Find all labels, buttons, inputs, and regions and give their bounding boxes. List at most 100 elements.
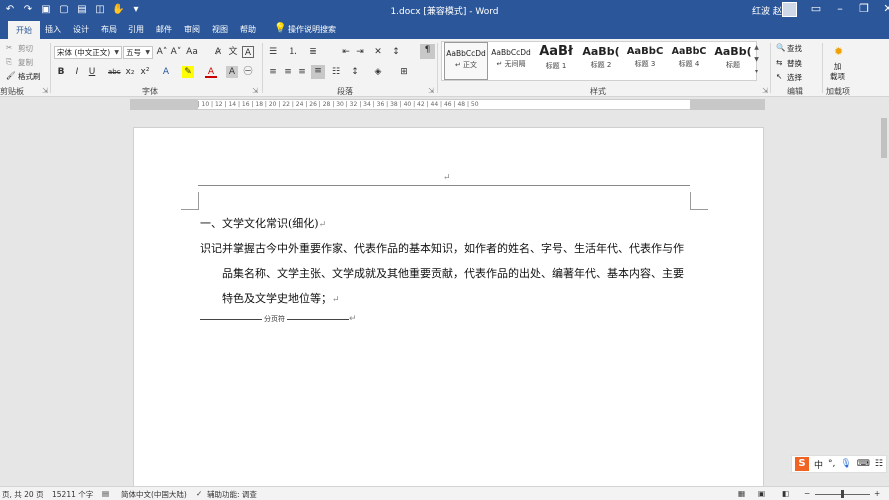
chinese-layout-icon[interactable]: ✕	[372, 46, 384, 58]
style-heading-1[interactable]: AaBł 标题 1	[534, 42, 578, 80]
word-count[interactable]: 15211 个字	[52, 489, 93, 500]
grow-font-icon[interactable]: A˄	[156, 46, 168, 58]
copy-button[interactable]: 复制	[18, 57, 33, 68]
justify-icon[interactable]: ≡	[311, 65, 325, 79]
clear-formatting-icon[interactable]: A̷	[212, 46, 224, 58]
align-center-icon[interactable]: ≡	[282, 66, 294, 78]
ime-toolbar[interactable]: S 中 °, 🎙 ⌨ ☷	[791, 455, 887, 473]
tab-view[interactable]: 视图	[212, 24, 228, 35]
style-normal[interactable]: AaBbCcDd ↵ 正文	[444, 42, 488, 80]
align-left-icon[interactable]: ≡	[267, 66, 279, 78]
body-line-2[interactable]: 品集名称、文学主张、文学成就及其他重要贡献，代表作品的出处、编著年代、基本内容、…	[222, 265, 684, 281]
style-heading-4[interactable]: AaBbC 标题 4	[667, 42, 711, 80]
body-line-1[interactable]: 识记并掌握古今中外重要作家、代表作品的基本知识，如作者的姓名、字号、生活年代、代…	[200, 240, 684, 256]
shading-icon[interactable]: ◈	[372, 66, 384, 78]
bullets-icon[interactable]: ☰	[267, 46, 279, 58]
language-indicator[interactable]: 简体中文(中国大陆)	[121, 489, 187, 500]
enclose-characters-icon[interactable]: ㊀	[242, 66, 254, 78]
format-painter-icon[interactable]: 🖌	[6, 71, 16, 80]
cut-button[interactable]: 剪切	[18, 43, 33, 54]
styles-launcher-icon[interactable]: ⇲	[762, 86, 768, 95]
style-no-spacing[interactable]: AaBbCcDd ↵ 无间隔	[489, 42, 533, 80]
replace-button[interactable]: 替换	[787, 58, 802, 69]
ime-mode[interactable]: 中	[814, 458, 823, 471]
horizontal-ruler[interactable]: 6 | 4 | 2 | | 2 | 4 | 6 | 8 | 10 | 12 | …	[130, 99, 765, 110]
styles-scroll[interactable]: ▲ ▼ ▾	[752, 42, 761, 80]
keyboard-icon[interactable]: ⌨	[857, 459, 870, 469]
replace-icon[interactable]: ⇆	[776, 58, 782, 67]
italic-icon[interactable]: I	[71, 66, 83, 78]
accessibility-status[interactable]: 辅助功能: 调查	[207, 489, 257, 500]
scroll-down-icon[interactable]: ▼	[752, 54, 761, 66]
show-marks-icon[interactable]: ¶	[420, 44, 435, 59]
ribbon-display-icon[interactable]: ▭	[810, 2, 822, 15]
focus-mode-icon[interactable]: ▦	[738, 489, 745, 498]
strikethrough-icon[interactable]: abc	[108, 66, 121, 78]
vertical-scrollbar[interactable]	[879, 110, 889, 486]
numbering-icon[interactable]: ⒈	[287, 46, 299, 58]
shrink-font-icon[interactable]: A˅	[170, 46, 182, 58]
character-shading-icon[interactable]: A	[226, 66, 238, 78]
proofing-icon[interactable]: ▤	[102, 489, 109, 498]
scrollbar-thumb[interactable]	[881, 118, 887, 158]
style-title[interactable]: AaBb( 标题	[711, 42, 755, 80]
decrease-indent-icon[interactable]: ⇤	[340, 46, 352, 58]
style-heading-3[interactable]: AaBbC 标题 3	[623, 42, 667, 80]
tab-home[interactable]: 开始	[8, 21, 40, 39]
highlight-icon[interactable]: ✎	[182, 66, 194, 78]
sort-icon[interactable]: ↕	[390, 46, 402, 58]
font-size-combo[interactable]: 五号 ▼	[123, 46, 153, 59]
accessibility-icon[interactable]: ✓	[196, 489, 202, 498]
body-line-3[interactable]: 特色及文学史地位等；↵	[222, 290, 340, 306]
tab-references[interactable]: 引用	[128, 24, 144, 35]
maximize-icon[interactable]: ❐	[858, 2, 870, 15]
tab-help[interactable]: 帮助	[240, 24, 256, 35]
zoom-in-icon[interactable]: +	[874, 489, 880, 498]
bold-icon[interactable]: B	[55, 66, 67, 78]
superscript-icon[interactable]: x²	[139, 66, 151, 78]
clipboard-launcher-icon[interactable]: ⇲	[42, 86, 48, 95]
web-layout-icon[interactable]: ◧	[782, 489, 789, 498]
punctuation-icon[interactable]: °,	[828, 459, 835, 469]
tab-review[interactable]: 审阅	[184, 24, 200, 35]
select-icon[interactable]: ↖	[776, 72, 782, 81]
cut-icon[interactable]: ✂	[6, 43, 12, 52]
tab-layout[interactable]: 布局	[101, 24, 117, 35]
print-layout-icon[interactable]: ▣	[758, 489, 765, 498]
font-color-icon[interactable]: A	[205, 66, 217, 78]
tab-mailings[interactable]: 邮件	[156, 24, 172, 35]
subscript-icon[interactable]: x₂	[124, 66, 136, 78]
user-name[interactable]: 红波 赵	[752, 4, 782, 17]
borders-icon[interactable]: ⊞	[398, 66, 410, 78]
addins-button[interactable]: 加 载项	[830, 62, 845, 82]
font-launcher-icon[interactable]: ⇲	[252, 86, 258, 95]
page-count[interactable]: 页, 共 20 页	[2, 489, 44, 500]
underline-icon[interactable]: U	[86, 66, 98, 78]
select-button[interactable]: 选择	[787, 72, 802, 83]
copy-icon[interactable]: ⎘	[6, 57, 12, 67]
page-break[interactable]: 分页符 ↵	[200, 314, 357, 324]
character-border-icon[interactable]: A	[242, 46, 254, 58]
increase-indent-icon[interactable]: ⇥	[354, 46, 366, 58]
style-heading-2[interactable]: AaBb( 标题 2	[579, 42, 623, 80]
document-heading[interactable]: 一、文学文化常识(细化)↵	[200, 215, 326, 231]
microphone-icon[interactable]: 🎙	[840, 459, 851, 469]
phonetic-guide-icon[interactable]: 文	[227, 46, 239, 58]
tab-design[interactable]: 设计	[73, 24, 89, 35]
find-icon[interactable]: 🔍	[776, 43, 785, 52]
zoom-out-icon[interactable]: −	[804, 489, 810, 498]
change-case-icon[interactable]: Aa	[186, 46, 198, 58]
text-effects-icon[interactable]: A	[160, 66, 172, 78]
minimize-icon[interactable]: –	[834, 2, 846, 15]
avatar[interactable]	[782, 2, 797, 17]
align-right-icon[interactable]: ≡	[296, 66, 308, 78]
find-button[interactable]: 查找	[787, 43, 802, 54]
paragraph-launcher-icon[interactable]: ⇲	[428, 86, 434, 95]
distributed-icon[interactable]: ☷	[330, 66, 342, 78]
scroll-up-icon[interactable]: ▲	[752, 42, 761, 54]
format-painter-button[interactable]: 格式刷	[18, 71, 41, 82]
addins-icon[interactable]: ✹	[834, 45, 843, 58]
zoom-slider-thumb[interactable]	[841, 490, 844, 498]
tab-insert[interactable]: 插入	[45, 24, 61, 35]
multilevel-list-icon[interactable]: ≣	[307, 46, 319, 58]
